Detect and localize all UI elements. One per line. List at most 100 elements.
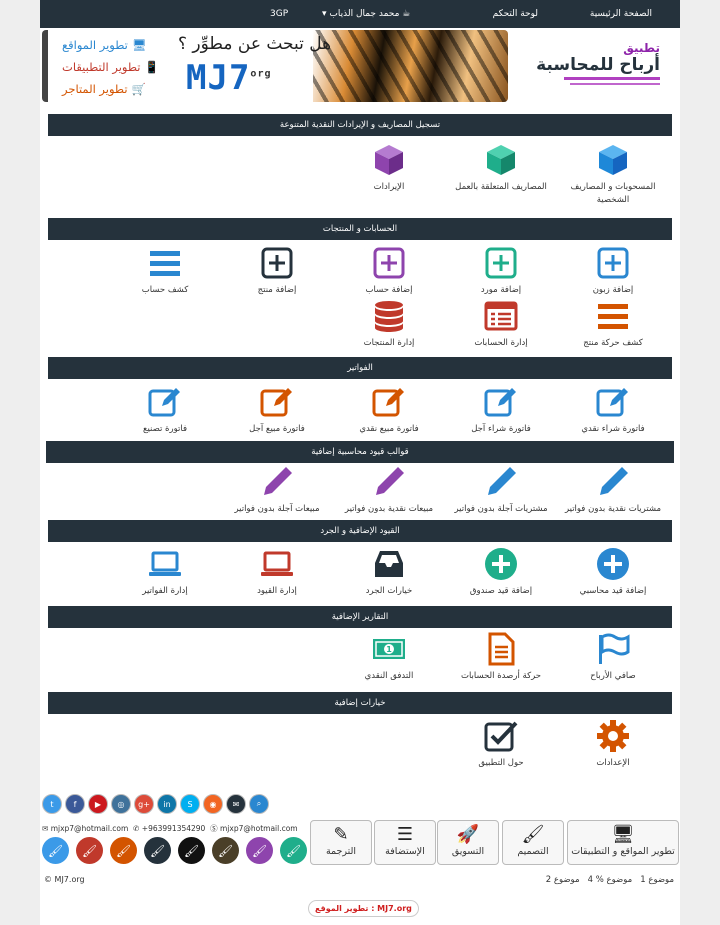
menu-item-credit-purchase-invoice[interactable]: فاتورة شراء آجل [446,385,556,436]
section-header-options: خيارات إضافية [48,692,672,714]
menu-item-add-product[interactable]: إضافة منتج [222,246,332,297]
cube-icon [334,143,444,177]
menu-item-cash-sales-no-invoice[interactable]: مبيعات نقدية بدون فواتير [334,465,444,516]
menu-item-credit-sales-no-invoice[interactable]: مبيعات آجلة بدون فواتير [222,465,332,516]
menu-item-manage-invoices[interactable]: إدارة الفواتير [110,547,220,598]
item-label: إضافة زبون [592,285,634,295]
social-links: t f ▶ ◎ g+ in S ◉ ✉ ⌕ [42,794,269,816]
service-button-dev[interactable]: 🖥 تطوير المواقع و التطبيقات [567,820,679,865]
banner-link-apps-label: تطوير التطبيقات [62,60,141,74]
google-plus-icon[interactable]: g+ [134,794,154,814]
menu-item-credit-sale-invoice[interactable]: فاتورة مبيع آجل [222,385,332,436]
plus-square-icon [446,246,556,280]
plus-square-icon [334,246,444,280]
menu-item-credit-purchases-no-invoice[interactable]: مشتريات آجلة بدون فواتير [446,465,556,516]
nav-user-name: محمد جمال الذياب [329,9,400,19]
server-icon: ☰ [396,824,414,845]
menu-item-add-accounting-entry[interactable]: إضافة قيد محاسبي [558,547,668,598]
nav-3gp-link[interactable]: 3GP [270,9,288,19]
menu-item-cash-sale-invoice[interactable]: فاتورة مبيع نقدي [334,385,444,436]
menu-item-manage-products[interactable]: إدارة المنتجات [334,299,444,350]
twitter-icon[interactable]: t [42,794,62,814]
monitor-icon: 🖥 [611,824,635,845]
menu-item-inventory-options[interactable]: خيارات الجرد [334,547,444,598]
menu-item-settings[interactable]: الإعدادات [558,719,668,770]
brush-icon[interactable]: 🖌 [144,837,171,864]
service-button-design[interactable]: 🖌 التصميم [502,820,564,865]
email-icon[interactable]: ✉ [226,794,246,814]
brand-logo[interactable]: تطبيق أرباح للمحاسبة [536,42,660,85]
banner-link-stores[interactable]: تطوير المتاجر 🛒 [62,78,159,100]
menu-item-business-expenses[interactable]: المصاريف المتعلقة بالعمل [446,143,556,194]
item-label: إدارة الفواتير [142,586,188,596]
brush-icon[interactable]: 🖌 [42,837,69,864]
item-label: خيارات الجرد [365,586,413,596]
menu-item-cash-purchase-invoice[interactable]: فاتورة شراء نقدي [558,385,668,436]
mobile-icon: 📱 [144,60,159,74]
banner-link-stores-label: تطوير المتاجر [62,82,128,96]
nav-home-link[interactable]: الصفحة الرئيسية [590,9,652,19]
menu-item-net-profit[interactable]: صافي الأرباح [558,632,668,683]
item-label: إضافة قيد صندوق [469,586,533,596]
brush-icon[interactable]: 🖌 [246,837,273,864]
instagram-icon[interactable]: ◎ [111,794,131,814]
service-button-translation[interactable]: ✎ الترجمة [310,820,372,865]
service-button-marketing[interactable]: 🚀 التسويق [437,820,499,865]
brush-icon[interactable]: 🖌 [280,837,307,864]
menu-item-personal-expenses[interactable]: المسحوبات و المصاريف الشخصية [558,143,668,207]
ad-banner[interactable]: هل تبحث عن مطوِّر ؟ MJ7org تطوير المواقع… [42,30,508,102]
menu-item-add-cash-entry[interactable]: إضافة قيد صندوق [446,547,556,598]
plus-square-icon [222,246,332,280]
linkedin-icon[interactable]: in [157,794,177,814]
menu-item-about[interactable]: حول التطبيق [446,719,556,770]
menu-item-manage-accounts[interactable]: إدارة الحسابات [446,299,556,350]
menu-item-account-balances[interactable]: حركة أرصدة الحسابات [446,632,556,683]
menu-item-account-statement[interactable]: كشف حساب [110,246,220,297]
menu-item-revenues[interactable]: الإيرادات [334,143,444,194]
service-button-hosting[interactable]: ☰ الإستضافة [374,820,436,865]
brush-icon[interactable]: 🖌 [178,837,205,864]
brush-icon[interactable]: 🖌 [110,837,137,864]
rss-icon[interactable]: ◉ [203,794,223,814]
menu-item-add-supplier[interactable]: إضافة مورد [446,246,556,297]
contact-phone[interactable]: +963991354290 [142,824,206,833]
database-icon [334,299,444,333]
menu-item-manufacturing-invoice[interactable]: فاتورة تصنيع [110,385,220,436]
brush-icon[interactable]: 🖌 [212,837,239,864]
pencil-icon [446,465,556,499]
cube-icon [558,143,668,177]
brush-icon[interactable]: 🖌 [76,837,103,864]
nav-user-menu[interactable]: ▾ محمد جمال الذياب ☕ [322,9,410,19]
menu-item-add-account[interactable]: إضافة حساب [334,246,444,297]
menu-item-product-movement[interactable]: كشف حركة منتج [558,299,668,350]
menu-item-manage-entries[interactable]: إدارة القيود [222,547,332,598]
menu-item-add-customer[interactable]: إضافة زبون [558,246,668,297]
envelope-icon: ✉ [42,824,49,833]
menu-item-cash-purchases-no-invoice[interactable]: مشتريات نقدية بدون فواتير [558,465,668,516]
item-label: مشتريات نقدية بدون فواتير [564,504,662,514]
youtube-icon[interactable]: ▶ [88,794,108,814]
contact-skype[interactable]: mjxp7@hotmail.com [220,824,298,833]
monitor-icon: 🖥 [131,38,147,52]
pencil-icon [558,465,668,499]
section-header-invoices: الفواتير [48,357,672,379]
contact-email[interactable]: mjxp7@hotmail.com [51,824,129,833]
list-alt-icon [446,299,556,333]
gear-icon [558,719,668,753]
menu-item-cash-flow[interactable]: 1 التدفق النقدي [334,632,444,683]
facebook-icon[interactable]: f [65,794,85,814]
edit-icon [334,385,444,419]
skype-icon[interactable]: S [180,794,200,814]
item-label: مشتريات آجلة بدون فواتير [454,504,548,514]
nav-dashboard-label: لوحة التحكم [492,9,538,19]
check-square-icon [446,719,556,753]
brush-icon: 🖌 [521,824,545,845]
banner-link-apps[interactable]: تطوير التطبيقات 📱 [62,56,159,78]
search-icon[interactable]: ⌕ [249,794,269,814]
site-credit-link[interactable]: تطوير الموقع : MJ7.org [308,900,419,917]
banner-link-sites[interactable]: تطوير المواقع 🖥 [62,34,159,56]
item-label: فاتورة مبيع آجل [249,424,305,434]
item-label: حركة أرصدة الحسابات [460,671,542,681]
section-header-templates: قوالب قيود محاسبية إضافية [46,441,674,463]
section-header-entries: القيود الإضافية و الجرد [48,520,672,542]
